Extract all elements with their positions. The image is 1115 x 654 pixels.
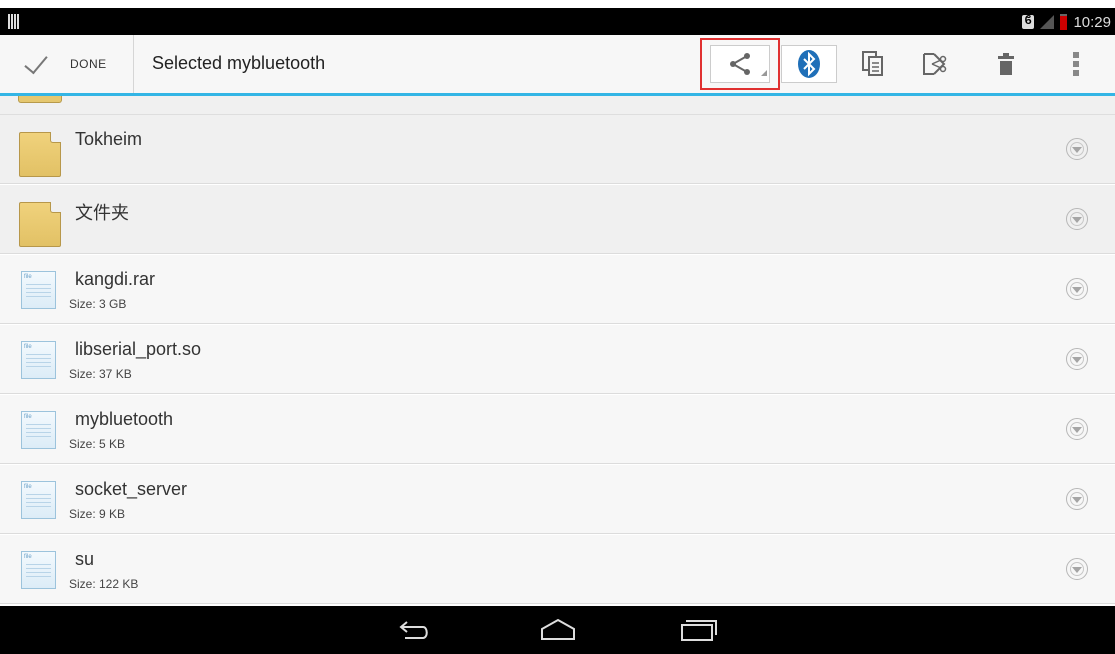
item-options-icon[interactable] — [1066, 348, 1088, 370]
item-options-icon[interactable] — [1066, 488, 1088, 510]
checkmark-icon — [24, 49, 54, 79]
item-name: su — [75, 549, 95, 569]
folder-icon — [19, 132, 61, 177]
status-icons: 10:29 — [1022, 12, 1111, 32]
item-options-icon[interactable] — [1066, 418, 1088, 440]
folder-icon — [18, 96, 62, 103]
item-options-icon[interactable] — [1066, 558, 1088, 580]
item-size: Size: 5 KB — [69, 437, 126, 451]
item-options-icon[interactable] — [1066, 208, 1088, 230]
bluetooth-share-button[interactable] — [781, 45, 837, 83]
back-icon — [399, 621, 428, 639]
list-item-file[interactable]: file kangdi.rar Size: 3 GB — [0, 255, 1115, 324]
file-icon: file — [21, 481, 56, 519]
back-button[interactable] — [385, 612, 445, 648]
bluetooth-share-icon — [781, 45, 837, 83]
home-icon — [541, 618, 575, 640]
list-item-file[interactable]: file su Size: 122 KB — [0, 535, 1115, 604]
list-item-file[interactable]: file libserial_port.so Size: 37 KB — [0, 325, 1115, 394]
copy-button[interactable] — [845, 35, 900, 93]
signal-icon — [1040, 15, 1055, 29]
recents-button[interactable] — [668, 612, 728, 648]
share-icon — [710, 45, 770, 83]
list-item-folder[interactable]: Tokheim — [0, 115, 1115, 184]
item-name: libserial_port.so — [75, 339, 202, 359]
item-options-icon[interactable] — [1066, 138, 1088, 160]
file-icon: file — [21, 271, 56, 309]
list-item-file[interactable]: file mybluetooth Size: 5 KB — [0, 395, 1115, 464]
recents-icon — [681, 620, 717, 641]
bluetooth-icon — [1022, 13, 1035, 29]
delete-icon — [997, 53, 1014, 75]
copy-icon — [861, 51, 883, 76]
overflow-menu-icon — [1072, 52, 1079, 76]
file-icon: file — [21, 551, 56, 589]
item-name: socket_server — [75, 479, 188, 499]
navigation-bar — [0, 606, 1115, 654]
notification-icon — [8, 14, 20, 29]
item-size: Size: 122 KB — [69, 577, 139, 591]
done-label: DONE — [70, 57, 107, 71]
list-item-folder[interactable]: 文件夹 — [0, 185, 1115, 254]
file-icon: file — [21, 341, 56, 379]
item-name: Tokheim — [75, 129, 143, 149]
item-size: Size: 37 KB — [69, 367, 132, 381]
item-name: 文件夹 — [75, 203, 129, 223]
home-button[interactable] — [528, 612, 588, 648]
item-size: Size: 3 GB — [69, 297, 127, 311]
delete-button[interactable] — [978, 35, 1033, 93]
cut-button[interactable] — [907, 35, 962, 93]
partial-row[interactable] — [0, 96, 1115, 115]
file-icon: file — [21, 411, 56, 449]
file-list: Tokheim 文件夹 file kangdi.rar Size: 3 GB f… — [0, 96, 1115, 606]
share-button[interactable] — [700, 38, 780, 90]
cut-icon — [922, 53, 946, 75]
list-item-file[interactable]: file socket_server Size: 9 KB — [0, 465, 1115, 534]
item-name: mybluetooth — [75, 409, 174, 429]
status-bar: 10:29 — [0, 8, 1115, 35]
item-name: kangdi.rar — [75, 269, 156, 289]
top-edge — [0, 0, 1115, 8]
battery-icon — [1060, 14, 1068, 30]
folder-icon — [19, 202, 61, 247]
item-options-icon[interactable] — [1066, 278, 1088, 300]
action-bar: DONE Selected mybluetooth — [0, 35, 1115, 96]
overflow-menu-button[interactable] — [1048, 35, 1103, 93]
done-button[interactable]: DONE — [0, 35, 134, 93]
clock: 10:29 — [1073, 13, 1111, 31]
selection-title: Selected mybluetooth — [152, 53, 326, 73]
item-size: Size: 9 KB — [69, 507, 126, 521]
